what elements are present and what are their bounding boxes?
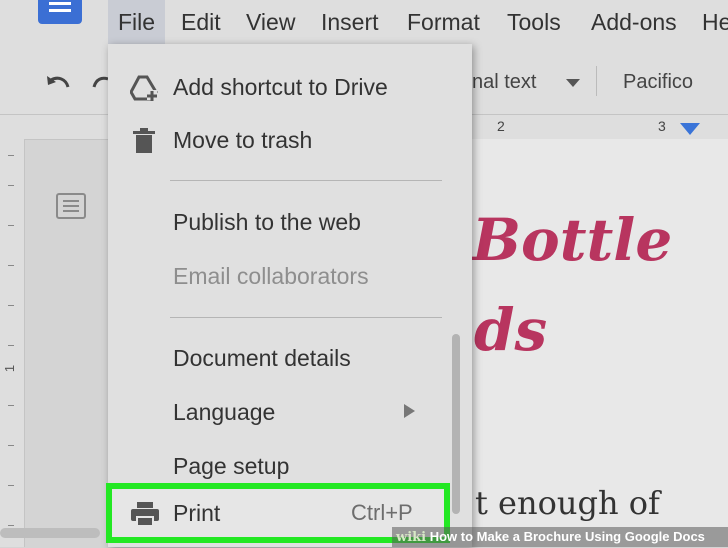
drive-add-icon	[130, 75, 158, 101]
wikihow-watermark: wiki How to Make a Brochure Using Google…	[392, 527, 728, 547]
headline-line-1: Bottle	[472, 206, 673, 274]
menu-view[interactable]: View	[246, 0, 295, 44]
menu-format[interactable]: Format	[407, 0, 480, 44]
menu-separator	[170, 317, 442, 318]
redo-icon[interactable]	[92, 70, 108, 92]
menu-item-document-details[interactable]: Document details	[108, 333, 472, 383]
file-menu-dropdown: Add shortcut to Drive Move to trash Publ…	[108, 44, 472, 547]
outline-icon[interactable]	[56, 193, 86, 219]
menu-addons[interactable]: Add-ons	[591, 0, 677, 44]
menu-edit[interactable]: Edit	[181, 0, 221, 44]
watermark-brand: wiki	[396, 530, 427, 545]
menu-item-publish-web[interactable]: Publish to the web	[108, 197, 472, 247]
vertical-ruler-label: 1	[2, 364, 18, 373]
menu-bar: File Edit View Insert Format Tools Add-o…	[0, 0, 728, 44]
vertical-ruler[interactable]: 1	[0, 139, 25, 547]
ruler-label: 2	[497, 118, 505, 134]
paragraph-style-dropdown[interactable]: nal text	[472, 71, 536, 94]
menu-help[interactable]: He	[702, 0, 728, 44]
toolbar-divider	[596, 66, 597, 96]
horizontal-scrollbar[interactable]	[0, 528, 100, 538]
printer-icon	[131, 502, 159, 527]
ruler-label: 3	[658, 118, 666, 134]
print-label: Print	[173, 500, 221, 526]
move-to-trash-label: Move to trash	[173, 127, 313, 153]
font-dropdown[interactable]: Pacifico	[623, 71, 693, 94]
language-label: Language	[173, 399, 276, 425]
menu-tools[interactable]: Tools	[507, 0, 561, 44]
trash-icon	[133, 128, 155, 153]
publish-web-label: Publish to the web	[173, 209, 361, 235]
document-details-label: Document details	[173, 345, 351, 371]
menu-file[interactable]: File	[108, 0, 166, 44]
menu-separator	[170, 180, 442, 181]
email-collaborators-label: Email collaborators	[173, 263, 369, 289]
menu-item-language[interactable]: Language	[108, 387, 472, 437]
indent-marker-icon[interactable]	[680, 123, 700, 137]
body-text: t enough of	[475, 484, 660, 522]
menu-item-move-to-trash[interactable]: Move to trash	[108, 115, 472, 165]
menu-item-email-collaborators: Email collaborators	[108, 251, 472, 301]
menu-insert[interactable]: Insert	[321, 0, 379, 44]
watermark-title: How to Make a Brochure Using Google Docs	[429, 529, 705, 544]
menu-item-add-shortcut[interactable]: Add shortcut to Drive	[108, 62, 472, 112]
headline-line-2: ds	[474, 296, 548, 364]
docs-logo-icon[interactable]	[38, 0, 82, 24]
submenu-arrow-icon	[404, 404, 415, 418]
add-shortcut-label: Add shortcut to Drive	[173, 74, 388, 100]
menu-scrollbar[interactable]	[452, 334, 460, 514]
undo-icon[interactable]	[44, 70, 74, 92]
dropdown-arrow-icon[interactable]	[566, 79, 580, 87]
